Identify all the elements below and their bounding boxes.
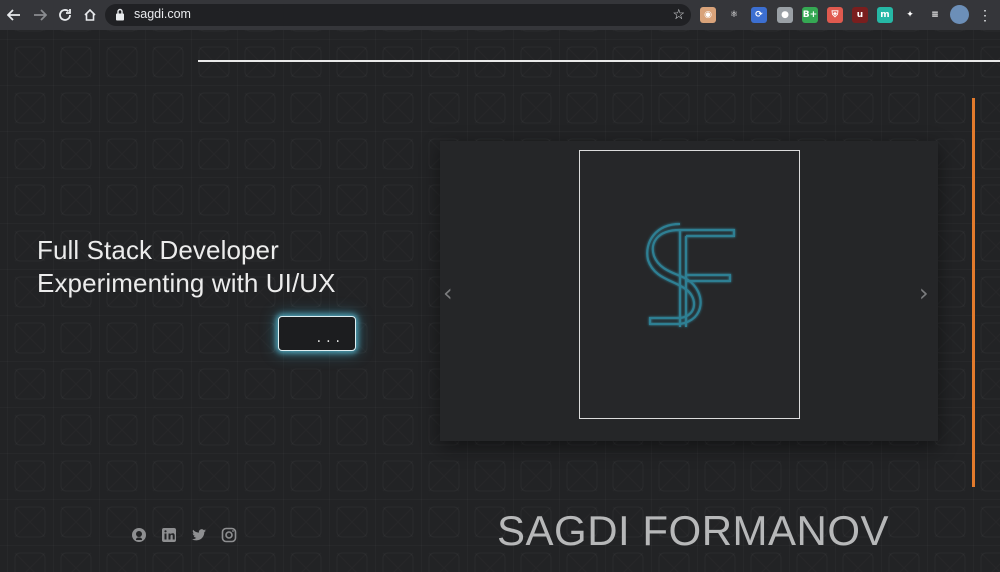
linkedin-icon[interactable] — [161, 527, 177, 543]
carousel-prev-button[interactable]: ‹ — [443, 279, 453, 307]
ext-badge-icon[interactable]: ● — [777, 7, 793, 23]
sf-monogram-logo — [646, 222, 736, 327]
home-icon — [84, 8, 96, 21]
hero-headline: Full Stack Developer Experimenting with … — [37, 234, 336, 300]
hero-line-2: Experimenting with UI/UX — [37, 268, 336, 298]
lock-icon — [116, 8, 124, 21]
carousel-next-button[interactable]: › — [919, 279, 929, 307]
ext-m-icon[interactable]: m — [877, 7, 893, 23]
ext-react-icon[interactable]: ⚛ — [726, 7, 742, 23]
ext-bplus-icon[interactable]: B+ — [802, 7, 818, 23]
arrow-left-icon — [7, 9, 20, 21]
back-button[interactable] — [4, 5, 24, 25]
bookmark-star-icon[interactable]: ☆ — [672, 6, 685, 23]
github-icon[interactable] — [131, 527, 147, 543]
chevron-left-icon: ‹ — [443, 279, 453, 307]
instagram-icon[interactable] — [221, 527, 237, 543]
orange-accent-bar — [972, 98, 975, 487]
top-divider-line — [198, 60, 1000, 62]
url-text: sagdi.com — [134, 7, 191, 21]
home-button[interactable] — [80, 5, 100, 25]
profile-avatar[interactable] — [950, 5, 969, 24]
menu-button[interactable]: ⋮ — [975, 5, 995, 25]
twitter-icon[interactable] — [191, 527, 207, 543]
forward-button[interactable] — [30, 5, 50, 25]
site-owner-name: SAGDI FORMANOV — [497, 507, 890, 554]
reload-button[interactable] — [55, 5, 75, 25]
arrow-right-icon — [34, 9, 47, 21]
chevron-right-icon: › — [919, 279, 929, 307]
more-button[interactable]: ... — [278, 316, 356, 351]
ext-queue-icon[interactable]: ≡ — [927, 7, 943, 23]
page-content: Full Stack Developer Experimenting with … — [0, 30, 1000, 572]
carousel-slide-frame — [579, 150, 800, 419]
kebab-menu-icon: ⋮ — [978, 6, 992, 23]
hero-line-1: Full Stack Developer — [37, 235, 279, 265]
social-links — [131, 527, 237, 543]
ext-shield-icon[interactable]: ⛨ — [827, 7, 843, 23]
carousel: ‹ › — [440, 141, 938, 441]
address-bar[interactable]: sagdi.com ☆ — [105, 4, 691, 26]
ext-face-icon[interactable]: ◉ — [700, 7, 716, 23]
ext-puzzle-icon[interactable]: ✦ — [902, 7, 918, 23]
ext-refresh-icon[interactable]: ⟳ — [751, 7, 767, 23]
reload-icon — [59, 9, 71, 21]
ext-ublock-icon[interactable]: u — [852, 7, 868, 23]
browser-toolbar: sagdi.com ☆ ◉ ⚛ ⟳ ● B+ ⛨ u m ✦ ≡ ⋮ — [0, 0, 1000, 30]
